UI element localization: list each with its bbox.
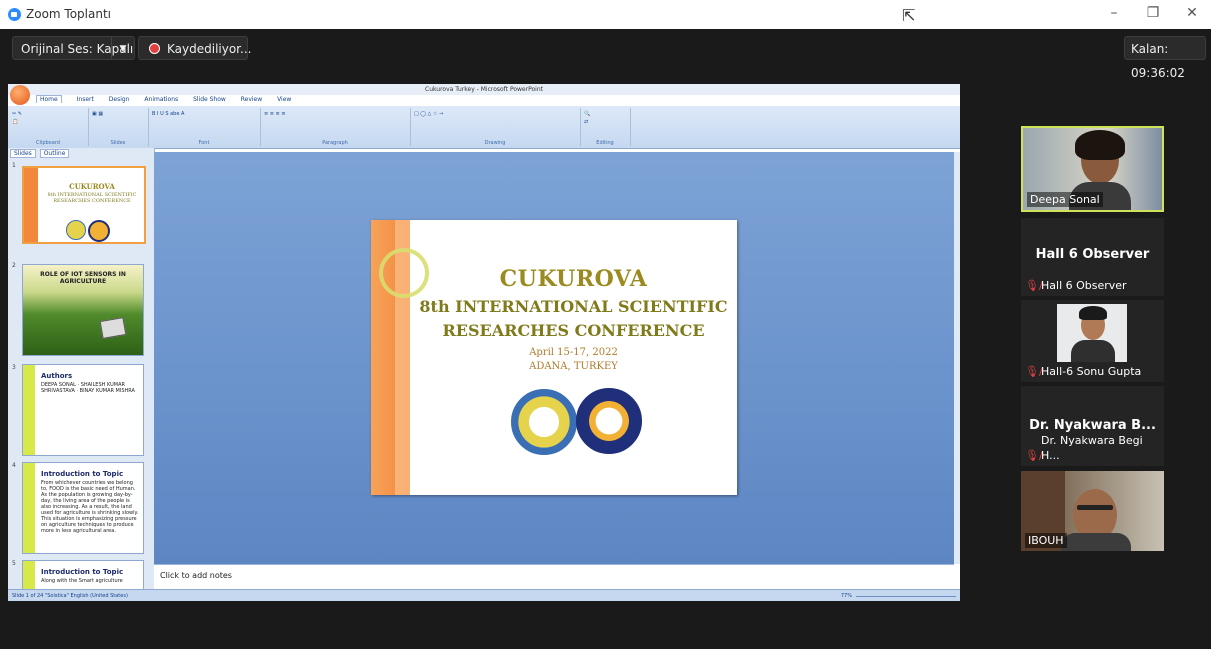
ribbon-group-label: Slides: [110, 140, 126, 146]
slide-thumbnail[interactable]: Authors DEEPA SONAL · SHAILESH KUMAR SHR…: [22, 364, 144, 456]
participant-name: Hall 6 Observer: [1041, 279, 1127, 292]
ribbon-group-label: Paragraph: [322, 140, 348, 146]
slide-subtitle: 8th INTERNATIONAL SCIENTIFIC: [419, 297, 728, 316]
ribbon-tabs: Home Insert Design Animations Slide Show…: [36, 95, 304, 106]
thumbnail-number: 5: [12, 560, 16, 567]
tab-design[interactable]: Design: [109, 96, 130, 103]
close-icon[interactable]: ✕: [1182, 5, 1202, 21]
ribbon: ✂ ✎ 📋 Clipboard ▣ ▦ Slides B I U S abe A …: [8, 106, 960, 149]
tab-outline[interactable]: Outline: [39, 149, 70, 158]
thumbnail-number: 2: [12, 262, 16, 269]
participant-video-tile[interactable]: Deepa Sonal: [1021, 126, 1164, 212]
tab-view[interactable]: View: [277, 96, 291, 103]
slide-location: ADANA, TURKEY: [529, 361, 618, 372]
font-commands-icon: B I U S abe A: [152, 111, 185, 117]
thumbnail-text: DEEPA SONAL · SHAILESH KUMAR SHRIVASTAVA…: [41, 382, 135, 394]
slide-thumbnail[interactable]: ROLE OF IOT SENSORS IN AGRICULTURE: [22, 264, 144, 356]
notes-pane[interactable]: Click to add notes: [154, 564, 954, 590]
participant-name: Deepa Sonal: [1027, 192, 1103, 207]
powerpoint-title-bar: Cukurova Turkey - Microsoft PowerPoint: [8, 84, 960, 95]
tab-review[interactable]: Review: [241, 96, 262, 103]
participant-video-tile[interactable]: 🎙∕ Hall-6 Sonu Gupta: [1021, 300, 1164, 382]
original-sound-button[interactable]: Orijinal Ses: Kapalı ▼: [12, 36, 135, 60]
thumbnail-number: 4: [12, 462, 16, 469]
thumbnail-heading: Introduction to Topic: [41, 568, 124, 576]
record-icon: [149, 43, 160, 54]
shapes-icon: □ ◯ △ ☆ →: [414, 111, 444, 117]
chevron-down-icon[interactable]: ▼: [111, 37, 134, 59]
slides-commands-icon: ▣ ▦: [92, 111, 104, 117]
ribbon-group-label: Font: [198, 140, 210, 146]
participant-name: Dr. Nyakwara Begi H...: [1041, 434, 1143, 462]
ribbon-group-drawing[interactable]: □ ◯ △ ☆ → Drawing: [410, 108, 581, 146]
maximize-icon[interactable]: ❐: [1143, 5, 1163, 21]
zoom-slider[interactable]: [856, 596, 956, 604]
thumbnail-heading: ROLE OF IOT SENSORS IN AGRICULTURE: [40, 271, 126, 285]
ribbon-group-clipboard[interactable]: ✂ ✎ 📋 Clipboard: [8, 108, 89, 146]
time-remaining: Kalan: 09:36:02: [1124, 36, 1206, 80]
notes-placeholder: Click to add notes: [160, 571, 232, 580]
clipboard-commands-icon: ✂ ✎ 📋: [12, 111, 22, 125]
zoom-level: 77%: [840, 593, 852, 599]
shared-screen[interactable]: Cukurova Turkey - Microsoft PowerPoint H…: [8, 84, 960, 601]
window-title-bar: Zoom Toplantı ⇱ – ❐ ✕: [0, 0, 1211, 29]
zoom-app-icon: [8, 8, 21, 21]
participant-avatar-tile[interactable]: Dr. Nyakwara B... 🎙∕ Dr. Nyakwara Begi H…: [1021, 386, 1164, 466]
window-title: Zoom Toplantı: [26, 7, 111, 21]
time-remaining-label: Kalan: 09:36:02: [1131, 42, 1185, 80]
tab-home[interactable]: Home: [36, 95, 62, 103]
ribbon-group-label: Drawing: [484, 140, 506, 146]
ribbon-group-label: Clipboard: [36, 140, 60, 146]
conference-logo-icon: [511, 389, 577, 455]
minimize-icon[interactable]: –: [1104, 5, 1124, 21]
thumbnail-text: 8th INTERNATIONAL SCIENTIFIC RESEARCHES …: [47, 192, 137, 204]
paragraph-commands-icon: ≡ ≡ ≡ ≡: [264, 111, 286, 117]
participant-video-tile[interactable]: IBOUH: [1021, 471, 1164, 551]
thumbnail-number: 1: [12, 162, 16, 169]
powerpoint-title: Cukurova Turkey - Microsoft PowerPoint: [425, 86, 543, 93]
thumbnail-text: From whichever countries we belong to, F…: [41, 480, 139, 534]
slide-canvas[interactable]: CUKUROVA 8th INTERNATIONAL SCIENTIFIC RE…: [154, 152, 954, 564]
slide-thumbnail[interactable]: CUKUROVA 8th INTERNATIONAL SCIENTIFIC RE…: [22, 166, 146, 244]
editing-commands-icon: 🔍 ⇄: [584, 111, 591, 125]
ribbon-group-label: Editing: [596, 140, 614, 146]
slide-date: April 15-17, 2022: [529, 347, 618, 358]
participant-display-name: Hall 6 Observer: [1035, 247, 1150, 262]
canvas-scrollbar[interactable]: [954, 152, 960, 564]
participant-name: IBOUH: [1025, 533, 1067, 548]
thumbnail-heading: CUKUROVA: [69, 182, 115, 191]
ribbon-group-paragraph[interactable]: ≡ ≡ ≡ ≡ Paragraph: [260, 108, 411, 146]
status-text: Slide 1 of 24 "Soistica" English (United…: [12, 593, 128, 599]
slide-subtitle-2: RESEARCHES CONFERENCE: [442, 321, 705, 340]
slides-pane: Slides Outline 1 CUKUROVA 8th INTERNATIO…: [8, 148, 155, 593]
thumbnail-heading: Authors: [41, 372, 73, 380]
institute-logo-icon: [576, 388, 642, 454]
pane-tabs: Slides Outline: [10, 149, 71, 158]
ribbon-group-slides[interactable]: ▣ ▦ Slides: [88, 108, 149, 146]
ribbon-group-font[interactable]: B I U S abe A Font: [148, 108, 261, 146]
office-button-icon[interactable]: [10, 85, 30, 105]
recording-indicator[interactable]: Kaydediliyor...: [138, 36, 252, 60]
thumbnail-heading: Introduction to Topic: [41, 470, 124, 478]
slide-thumbnail[interactable]: Introduction to Topic From whichever cou…: [22, 462, 144, 554]
status-bar: Slide 1 of 24 "Soistica" English (United…: [8, 589, 960, 601]
ribbon-group-editing[interactable]: 🔍 ⇄ Editing: [580, 108, 631, 146]
tablet-icon: [99, 317, 127, 339]
thumbnail-number: 3: [12, 364, 16, 371]
participant-display-name: Dr. Nyakwara B...: [1029, 418, 1156, 433]
tab-slide-show[interactable]: Slide Show: [193, 96, 226, 103]
tab-animations[interactable]: Animations: [144, 96, 178, 103]
recording-label: Kaydediliyor...: [167, 42, 252, 56]
slide-title: CUKUROVA: [499, 266, 648, 292]
thumbnail-text: Along with the Smart agriculture: [41, 578, 123, 584]
meeting-top-bar: Orijinal Ses: Kapalı ▼ Kaydediliyor... K…: [0, 29, 1211, 80]
participant-name: Hall-6 Sonu Gupta: [1041, 365, 1142, 378]
tab-insert[interactable]: Insert: [77, 96, 94, 103]
mouse-cursor-icon: ⇱: [902, 6, 916, 25]
tab-slides[interactable]: Slides: [10, 149, 36, 158]
current-slide[interactable]: CUKUROVA 8th INTERNATIONAL SCIENTIFIC RE…: [371, 220, 737, 495]
participant-avatar-tile[interactable]: Hall 6 Observer 🎙∕ Hall 6 Observer: [1021, 218, 1164, 296]
